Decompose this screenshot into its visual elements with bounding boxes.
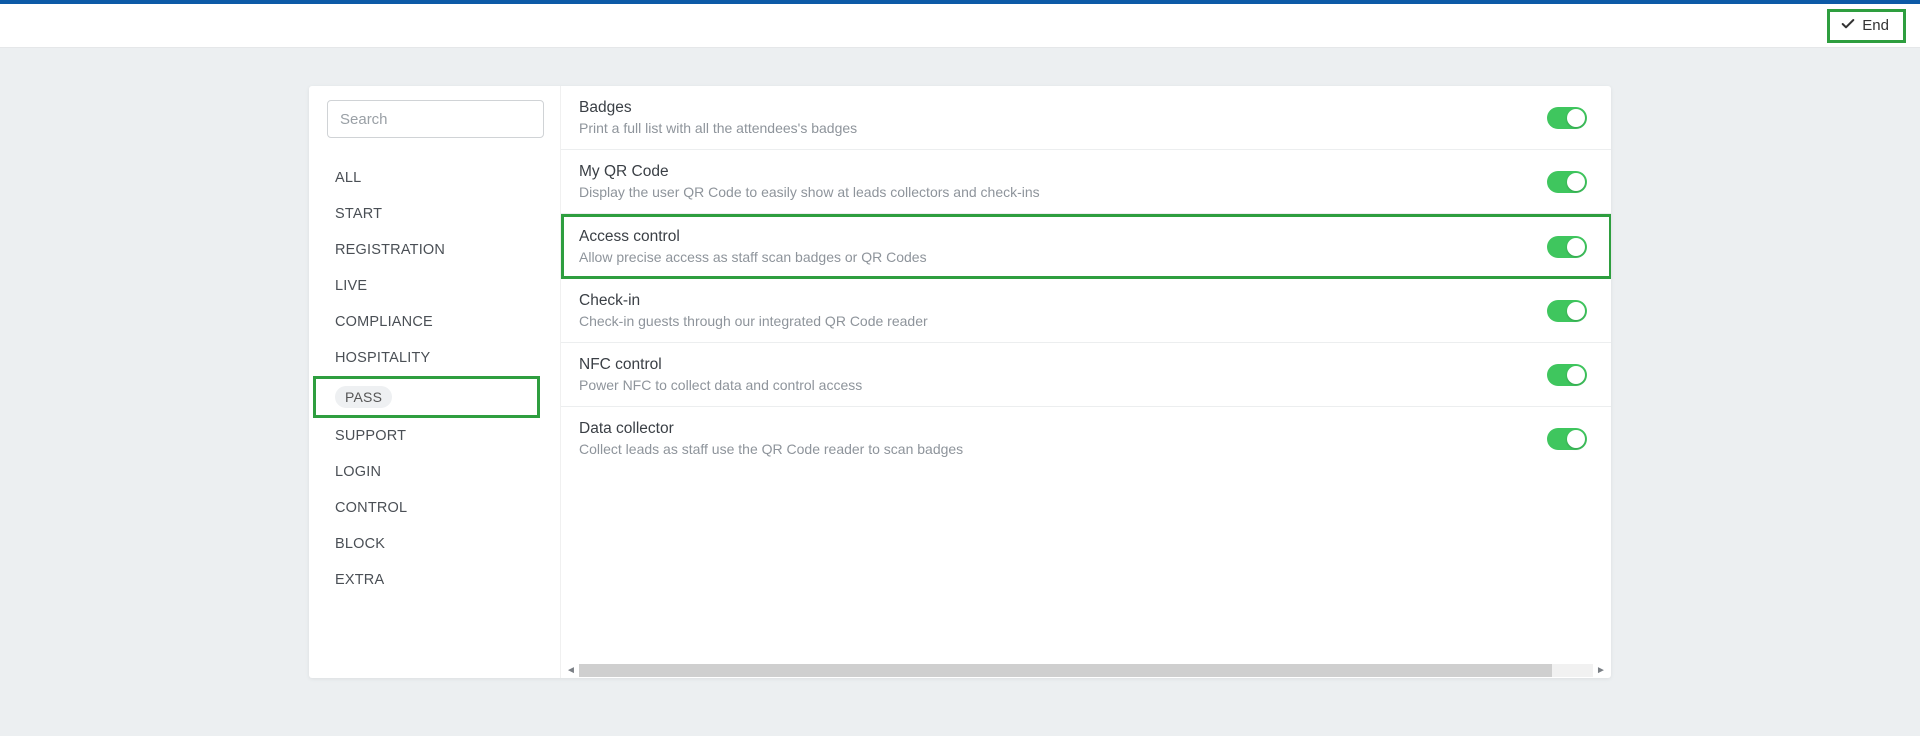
setting-description: Check-in guests through our integrated Q…: [579, 313, 1547, 329]
sidebar-item-label: REGISTRATION: [335, 242, 445, 258]
setting-title: Check-in: [579, 292, 1547, 310]
sidebar-item-registration[interactable]: REGISTRATION: [327, 232, 550, 268]
sidebar-item-label: SUPPORT: [335, 428, 406, 444]
setting-text: My QR Code Display the user QR Code to ea…: [579, 163, 1547, 200]
sidebar-item-compliance[interactable]: COMPLIANCE: [327, 304, 550, 340]
sidebar-item-label: ALL: [335, 170, 361, 186]
search-input[interactable]: [327, 100, 544, 138]
setting-text: Badges Print a full list with all the att…: [579, 99, 1547, 136]
horizontal-scrollbar[interactable]: ◄ ►: [561, 662, 1611, 678]
setting-row-data-collector: Data collector Collect leads as staff use…: [561, 407, 1611, 470]
toggle-switch[interactable]: [1547, 107, 1587, 129]
settings-content: Badges Print a full list with all the att…: [561, 86, 1611, 678]
toggle-switch[interactable]: [1547, 300, 1587, 322]
scroll-left-arrow-icon[interactable]: ◄: [563, 664, 579, 677]
sidebar-item-label: LOGIN: [335, 464, 381, 480]
toggle-switch[interactable]: [1547, 364, 1587, 386]
sidebar-item-label: COMPLIANCE: [335, 314, 433, 330]
setting-row-badges: Badges Print a full list with all the att…: [561, 86, 1611, 150]
sidebar: ALL START REGISTRATION LIVE COMPLIANCE HOSPIT…: [309, 86, 561, 678]
sidebar-item-label: CONTROL: [335, 500, 407, 516]
scroll-track[interactable]: [579, 664, 1593, 677]
sidebar-item-login[interactable]: LOGIN: [327, 454, 550, 490]
setting-title: Access control: [579, 228, 1547, 246]
end-button-label: End: [1862, 17, 1889, 34]
sidebar-item-live[interactable]: LIVE: [327, 268, 550, 304]
setting-text: Check-in Check-in guests through our inte…: [579, 292, 1547, 329]
setting-text: Access control Allow precise access as st…: [579, 228, 1547, 265]
sidebar-item-control[interactable]: CONTROL: [327, 490, 550, 526]
sidebar-item-label: BLOCK: [335, 536, 385, 552]
toggle-switch[interactable]: [1547, 171, 1587, 193]
setting-text: NFC control Power NFC to collect data and…: [579, 356, 1547, 393]
setting-title: NFC control: [579, 356, 1547, 374]
check-icon: [1840, 16, 1856, 36]
setting-description: Allow precise access as staff scan badge…: [579, 249, 1547, 265]
sidebar-item-extra[interactable]: EXTRA: [327, 562, 550, 598]
scroll-right-arrow-icon[interactable]: ►: [1593, 664, 1609, 677]
sidebar-item-label: LIVE: [335, 278, 367, 294]
setting-title: My QR Code: [579, 163, 1547, 181]
sidebar-item-support[interactable]: SUPPORT: [327, 418, 550, 454]
sidebar-item-start[interactable]: START: [327, 196, 550, 232]
sidebar-item-hospitality[interactable]: HOSPITALITY: [327, 340, 550, 376]
sidebar-item-label: EXTRA: [335, 572, 384, 588]
setting-row-nfc-control: NFC control Power NFC to collect data and…: [561, 343, 1611, 407]
setting-description: Collect leads as staff use the QR Code r…: [579, 441, 1547, 457]
setting-description: Display the user QR Code to easily show …: [579, 184, 1547, 200]
toggle-switch[interactable]: [1547, 428, 1587, 450]
setting-description: Print a full list with all the attendees…: [579, 120, 1547, 136]
sidebar-item-pass[interactable]: PASS: [313, 376, 540, 418]
setting-title: Badges: [579, 99, 1547, 117]
setting-row-access-control: Access control Allow precise access as st…: [561, 214, 1611, 279]
sidebar-item-label: START: [335, 206, 382, 222]
sidebar-item-label: HOSPITALITY: [335, 350, 430, 366]
toggle-switch[interactable]: [1547, 236, 1587, 258]
end-button[interactable]: End: [1827, 9, 1906, 43]
sidebar-item-label: PASS: [335, 386, 392, 408]
category-list: ALL START REGISTRATION LIVE COMPLIANCE HOSPIT…: [327, 160, 550, 598]
sidebar-item-all[interactable]: ALL: [327, 160, 550, 196]
sidebar-item-block[interactable]: BLOCK: [327, 526, 550, 562]
scroll-thumb[interactable]: [579, 664, 1552, 677]
setting-description: Power NFC to collect data and control ac…: [579, 377, 1547, 393]
setting-row-check-in: Check-in Check-in guests through our inte…: [561, 279, 1611, 343]
setting-row-my-qr-code: My QR Code Display the user QR Code to ea…: [561, 150, 1611, 214]
setting-title: Data collector: [579, 420, 1547, 438]
settings-panel: ALL START REGISTRATION LIVE COMPLIANCE HOSPIT…: [309, 86, 1611, 678]
header-bar: End: [0, 4, 1920, 48]
setting-text: Data collector Collect leads as staff use…: [579, 420, 1547, 457]
